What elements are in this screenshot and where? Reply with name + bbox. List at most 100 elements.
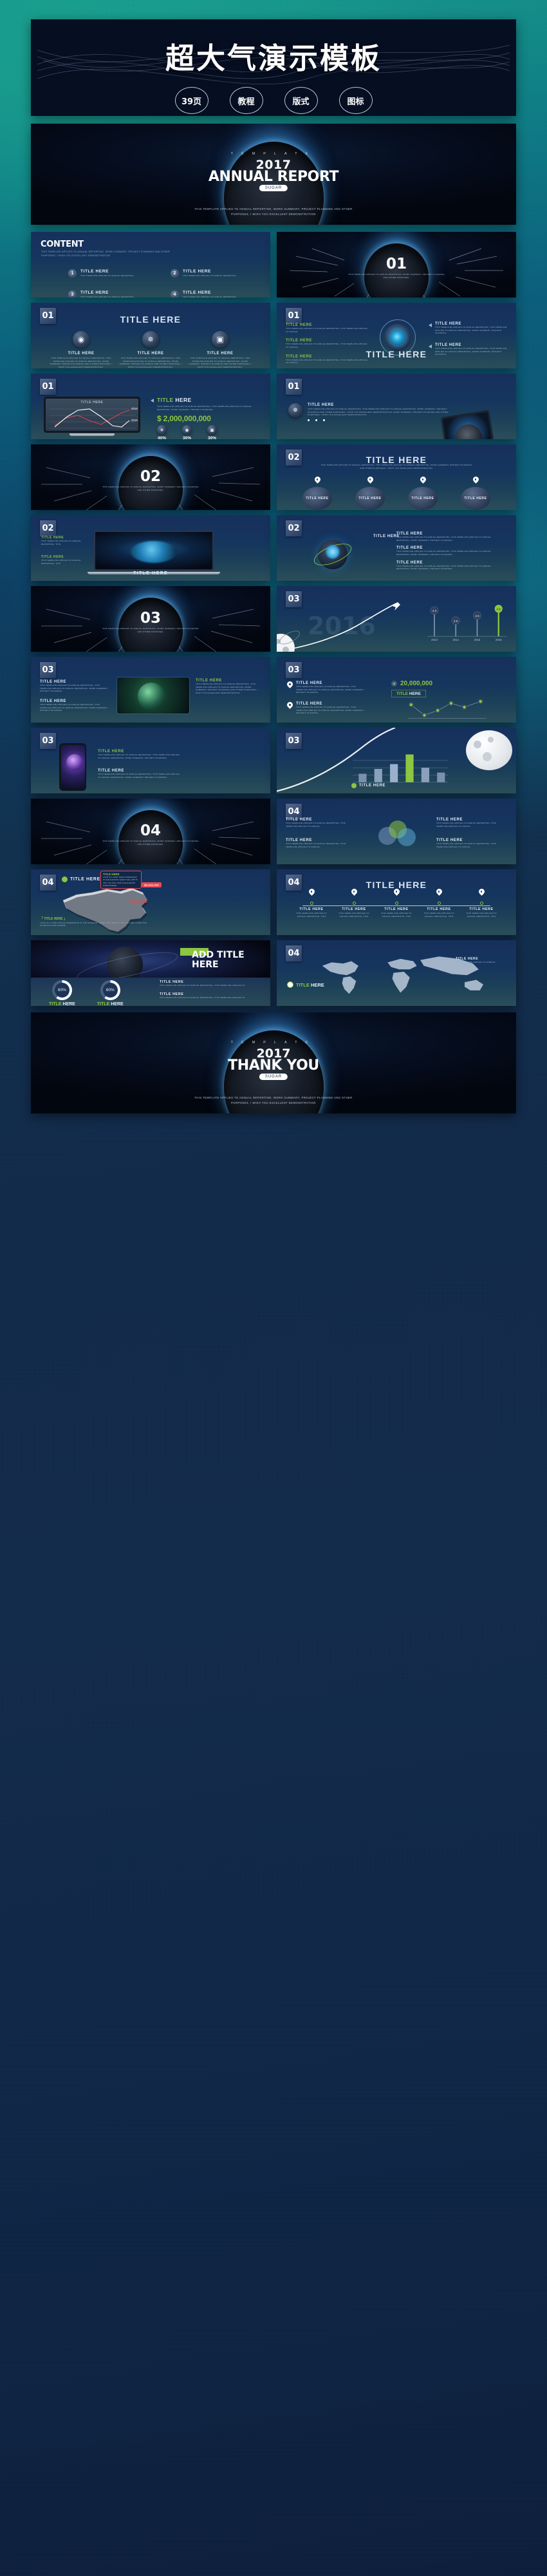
pin-item[interactable]: TITLE HERE THIS TEMPLATE APPLIES TO ANNU… xyxy=(296,477,338,510)
legend-dot xyxy=(351,783,357,788)
linechart-item-2[interactable]: TITLE HERE THIS TEMPLATE APPLIES TO ANNU… xyxy=(287,702,367,715)
venn-item[interactable]: TITLE HERE THIS TEMPLATE APPLIES TO ANNUA… xyxy=(286,838,357,848)
timeline-item[interactable]: TITLE HERE THIS TEMPLATE APPLIES TO ANNU… xyxy=(420,889,458,918)
content-item-number: 2 xyxy=(171,269,179,278)
laptop-text-block[interactable]: ✵ TITLE HERE THIS TEMPLATE APPLIES TO AN… xyxy=(288,403,456,421)
pager-dot[interactable] xyxy=(315,419,317,421)
laptop2-left-1[interactable]: TITLE HERE THIS TEMPLATE APPLIES TO ANNU… xyxy=(41,536,88,545)
orb-left-item[interactable]: TITLE HERE THIS TEMPLATE APPLIES TO ANNUA… xyxy=(286,339,369,348)
timeline-item[interactable]: TITLE HERE THIS TEMPLATE APPLIES TO ANNU… xyxy=(462,889,501,918)
linechart-item-1[interactable]: TITLE HERE THIS TEMPLATE APPLIES TO ANNU… xyxy=(287,681,367,694)
monitor-stat[interactable]: ▣ 30% xyxy=(207,425,217,439)
timeline-item[interactable]: TITLE HERE THIS TEMPLATE APPLIES TO ANNU… xyxy=(335,889,373,918)
ring-right-list: TITLE HERE THIS TEMPLATE APPLIES TO ANNUA… xyxy=(396,532,505,571)
icon-column[interactable]: ▣ TITLE HERE THIS TEMPLATE APPLIES TO AN… xyxy=(188,331,252,368)
timeline-title: TITLE HERE xyxy=(342,907,366,911)
ring-right-item[interactable]: TITLE HERE THIS TEMPLATE APPLIES TO ANNUA… xyxy=(396,561,505,571)
content-item-grid: 1 TITLE HERE THIS TEMPLATE APPLIES TO AN… xyxy=(68,269,261,298)
ring-right-item[interactable]: TITLE HERE THIS TEMPLATE APPLIES TO ANNUA… xyxy=(396,546,505,556)
content-item[interactable]: 4 TITLE HERE THIS TEMPLATE APPLIES TO AN… xyxy=(171,290,261,298)
slide-add-title: ADD TITLE HERE 60% TITLE HERE 60% TITLE … xyxy=(31,940,270,1006)
donut-item[interactable]: 60% TITLE HERE xyxy=(49,980,75,1006)
venn-item[interactable]: TITLE HERE THIS TEMPLATE APPLIES TO ANNUA… xyxy=(436,838,507,848)
label-white: HERE xyxy=(409,691,421,696)
pin-title: TITLE HERE xyxy=(411,497,434,500)
content-item[interactable]: 2 TITLE HERE THIS TEMPLATE APPLIES TO AN… xyxy=(171,269,261,278)
ring-right-item[interactable]: TITLE HERE THIS TEMPLATE APPLIES TO ANNUA… xyxy=(396,532,505,542)
item-desc: THIS TEMPLATE APPLIES TO ANNUAL REPORTIN… xyxy=(436,842,497,848)
hero-slide: TEMPLATE 2017 ANNUAL REPORT SUGAR THIS T… xyxy=(31,124,516,225)
donut-label: TITLE HERE xyxy=(49,1002,75,1006)
content-item-desc: THIS TEMPLATE APPLIES TO ANNUAL REPORTIN… xyxy=(183,296,237,298)
venn-item[interactable]: TITLE HERE THIS TEMPLATE APPLIES TO ANNUA… xyxy=(286,818,357,828)
venn-item[interactable]: TITLE HERE THIS TEMPLATE APPLIES TO ANNUA… xyxy=(436,818,507,828)
monitor-stat[interactable]: ✵ 40% xyxy=(157,425,167,439)
item-desc: THIS TEMPLATE APPLIES TO ANNUAL REPORTIN… xyxy=(196,683,259,694)
slide-laptop: 01 ✵ TITLE HERE THIS TEMPLATE APPLIES TO… xyxy=(277,374,516,439)
pager-dot[interactable] xyxy=(308,419,310,421)
label-green: TITLE xyxy=(97,1002,110,1006)
add-title-text-item[interactable]: TITLE HERE THIS TEMPLATE APPLIES TO ANNU… xyxy=(160,980,256,987)
monitor-stat[interactable]: ◉ 30% xyxy=(182,425,192,439)
venn-circle xyxy=(398,828,416,846)
ring-graphic xyxy=(310,532,355,577)
donut-chart: 60% xyxy=(100,980,120,1000)
item-desc: THIS TEMPLATE APPLIES TO ANNUAL REPORTIN… xyxy=(98,753,180,759)
monitor-side-title: TITLE HERE xyxy=(151,397,192,403)
laptop-dots[interactable] xyxy=(308,419,456,421)
slide-badge: 01 xyxy=(286,379,302,395)
orb-core xyxy=(390,330,405,345)
worldmap-corner-text[interactable]: TITLE HERE THIS TEMPLATE APPLIES TO ANNU… xyxy=(456,957,507,967)
timeline-title: TITLE HERE xyxy=(469,907,494,911)
content-item-desc: THIS TEMPLATE APPLIES TO ANNUAL REPORTIN… xyxy=(183,274,237,277)
side-title-white: HERE xyxy=(175,397,192,403)
chinamap-header: TITLE HERE xyxy=(62,876,100,882)
pager-dot[interactable] xyxy=(323,419,325,421)
planet-text-right[interactable]: TITLE HERE THIS TEMPLATE APPLIES TO ANNU… xyxy=(196,679,263,695)
svg-text:2013: 2013 xyxy=(431,638,438,641)
planet-text-left-2[interactable]: TITLE HERE THIS TEMPLATE APPLIES TO ANNU… xyxy=(40,699,109,712)
aperture-icon: ◉ xyxy=(73,331,89,348)
add-title-text-item[interactable]: TITLE HERE THIS TEMPLATE APPLIES TO ANNU… xyxy=(160,992,256,999)
pin-group: TITLE HERE THIS TEMPLATE APPLIES TO ANNU… xyxy=(296,477,497,510)
orb-left-item[interactable]: TITLE HERE THIS TEMPLATE APPLIES TO ANNUA… xyxy=(286,323,369,333)
phone-item-1[interactable]: TITLE HERE THIS TEMPLATE APPLIES TO ANNU… xyxy=(98,750,183,759)
map-pin-icon xyxy=(394,889,400,896)
timeline-item[interactable]: TITLE HERE THIS TEMPLATE APPLIES TO ANNU… xyxy=(292,889,331,918)
laptop2-left-2[interactable]: TITLE HERE THIS TEMPLATE APPLIES TO ANNU… xyxy=(41,555,88,565)
chinamap-callout[interactable]: TITLE HERE LOVE IS A LAMP, WHILE FRIENDS… xyxy=(100,871,142,889)
pin-item[interactable]: TITLE HERE THIS TEMPLATE APPLIES TO ANNU… xyxy=(402,477,444,510)
worldmap-label-row: TITLE HERE xyxy=(287,981,324,988)
icon-column[interactable]: ◉ TITLE HERE THIS TEMPLATE APPLIES TO AN… xyxy=(49,331,113,368)
cover-pill-layout[interactable]: 版式 xyxy=(284,87,318,114)
legend-ring-icon xyxy=(287,981,293,988)
svg-text:4.5: 4.5 xyxy=(496,607,501,611)
cover-pill-icons[interactable]: 图标 xyxy=(338,87,373,114)
cover-pill-pages[interactable]: 39页 xyxy=(174,87,209,114)
timeline-item[interactable]: TITLE HERE THIS TEMPLATE APPLIES TO ANNU… xyxy=(377,889,416,918)
timeline-node xyxy=(479,902,483,905)
section-number: 01 xyxy=(385,256,407,272)
label-green: TITLE xyxy=(49,1002,62,1006)
content-item[interactable]: 1 TITLE HERE THIS TEMPLATE APPLIES TO AN… xyxy=(68,269,159,278)
cover-pill-tutorial[interactable]: 教程 xyxy=(229,87,263,114)
map-pin-icon xyxy=(436,889,442,896)
icon-column[interactable]: ✵ TITLE HERE THIS TEMPLATE APPLIES TO AN… xyxy=(118,331,183,368)
chinamap-title: TITLE HERE xyxy=(70,877,100,882)
donut-item[interactable]: 60% TITLE HERE xyxy=(97,980,124,1006)
content-item[interactable]: 3 TITLE HERE THIS TEMPLATE APPLIES TO AN… xyxy=(68,290,159,298)
phone-item-2[interactable]: TITLE HERE THIS TEMPLATE APPLIES TO ANNU… xyxy=(98,769,183,779)
slide-badge: 02 xyxy=(286,520,302,536)
callout-text: LOVE IS A LAMP, WHILE FRIENDSHIP IS THE … xyxy=(103,876,138,887)
planet-text-left-1[interactable]: TITLE HERE THIS TEMPLATE APPLIES TO ANNU… xyxy=(40,680,109,693)
pin-item[interactable]: TITLE HERE THIS TEMPLATE APPLIES TO ANNU… xyxy=(349,477,391,510)
content-item-number: 3 xyxy=(68,290,77,298)
section-number: 02 xyxy=(140,468,161,485)
pin-item[interactable]: TITLE HERE THIS TEMPLATE APPLIES TO ANNU… xyxy=(454,477,497,510)
pin-circle: TITLE HERE xyxy=(355,487,385,510)
section-caption: THIS TEMPLATE APPLIES TO ANNUAL REPORTIN… xyxy=(102,627,199,633)
slide-venn: 04 TITLE HERE THIS TEMPLATE APPLIES TO AN… xyxy=(277,799,516,864)
orb-right-item[interactable]: TITLE HERE THIS TEMPLATE APPLIES TO ANNUA… xyxy=(429,322,511,335)
map-pin-icon xyxy=(315,477,320,484)
chinamap-value-badge: $6,500,000 xyxy=(142,882,162,887)
